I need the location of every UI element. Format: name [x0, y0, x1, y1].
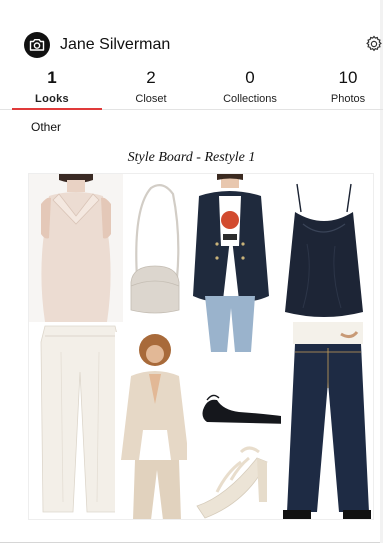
- bag-image: [123, 174, 187, 322]
- tab-label: Closet: [135, 93, 167, 105]
- username: Jane Silverman: [60, 36, 171, 53]
- camera-icon[interactable]: [24, 32, 50, 58]
- item-blouse[interactable]: [29, 174, 123, 322]
- tab-count: 2: [146, 68, 156, 87]
- tab-label: Collections: [223, 93, 277, 105]
- blouse-image: [29, 174, 123, 322]
- tab-photos[interactable]: 10 Photos: [308, 68, 383, 106]
- active-tab-indicator: [12, 108, 102, 110]
- item-trousers[interactable]: [37, 322, 123, 519]
- tab-count: 10: [338, 68, 358, 87]
- blazer-image: [187, 174, 273, 352]
- section-title: Other: [31, 120, 62, 134]
- tab-count: 1: [47, 68, 57, 87]
- app-screen: Jane Silverman 1 Looks 2 Closet 0 Collec…: [0, 0, 383, 543]
- profile-header: Jane Silverman: [0, 30, 383, 62]
- sandal-image: [187, 432, 281, 519]
- item-bag[interactable]: [123, 174, 187, 322]
- gear-icon[interactable]: [365, 35, 383, 53]
- tab-label: Photos: [330, 93, 366, 105]
- item-camisole[interactable]: [273, 174, 373, 322]
- trousers-image: [37, 322, 123, 519]
- item-sandal[interactable]: [187, 432, 281, 519]
- camisole-image: [273, 174, 373, 322]
- item-flare-jeans[interactable]: [281, 322, 373, 519]
- tab-label: Looks: [35, 93, 69, 105]
- tab-closet[interactable]: 2 Closet: [111, 68, 191, 106]
- tab-collections[interactable]: 0 Collections: [210, 68, 290, 106]
- tab-count: 0: [245, 68, 255, 87]
- profile-tabs: 1 Looks 2 Closet 0 Collections 10 Photos: [0, 68, 383, 110]
- board-title: Style Board - Restyle 1: [127, 150, 256, 165]
- tab-looks[interactable]: 1 Looks: [12, 68, 92, 106]
- style-board[interactable]: [28, 173, 374, 520]
- flare-jeans-image: [281, 322, 373, 519]
- item-blazer-outfit[interactable]: [187, 174, 273, 352]
